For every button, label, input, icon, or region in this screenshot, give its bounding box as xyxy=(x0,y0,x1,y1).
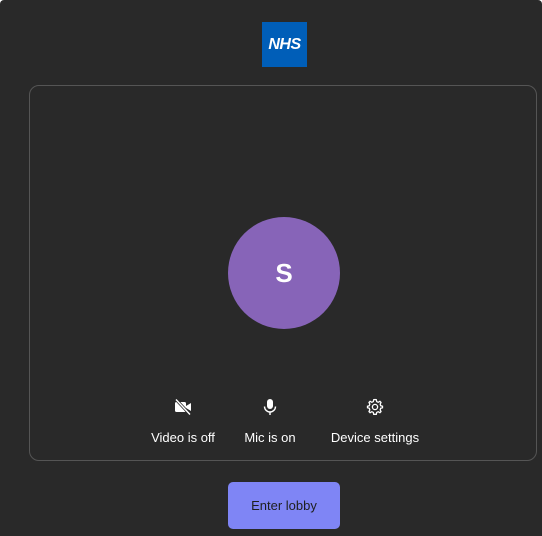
video-toggle-label: Video is off xyxy=(151,430,215,445)
video-toggle-button[interactable]: Video is off xyxy=(148,396,218,445)
device-settings-button[interactable]: Device settings xyxy=(325,396,425,445)
mic-toggle-label: Mic is on xyxy=(244,430,296,445)
device-settings-label: Device settings xyxy=(330,430,420,445)
microphone-icon xyxy=(259,396,281,418)
nhs-logo: NHS xyxy=(262,22,307,67)
avatar-initial: S xyxy=(275,257,293,288)
gear-icon xyxy=(364,396,386,418)
enter-lobby-button[interactable]: Enter lobby xyxy=(228,482,340,529)
mic-toggle-button[interactable]: Mic is on xyxy=(240,396,300,445)
avatar: S xyxy=(228,217,340,329)
meeting-prejoin-screen: NHS S Video is off Mic is on Device sett… xyxy=(0,0,542,536)
nhs-logo-text: NHS xyxy=(268,35,301,53)
video-off-icon xyxy=(172,396,194,418)
video-preview-panel: S Video is off Mic is on Device settings xyxy=(29,85,537,461)
